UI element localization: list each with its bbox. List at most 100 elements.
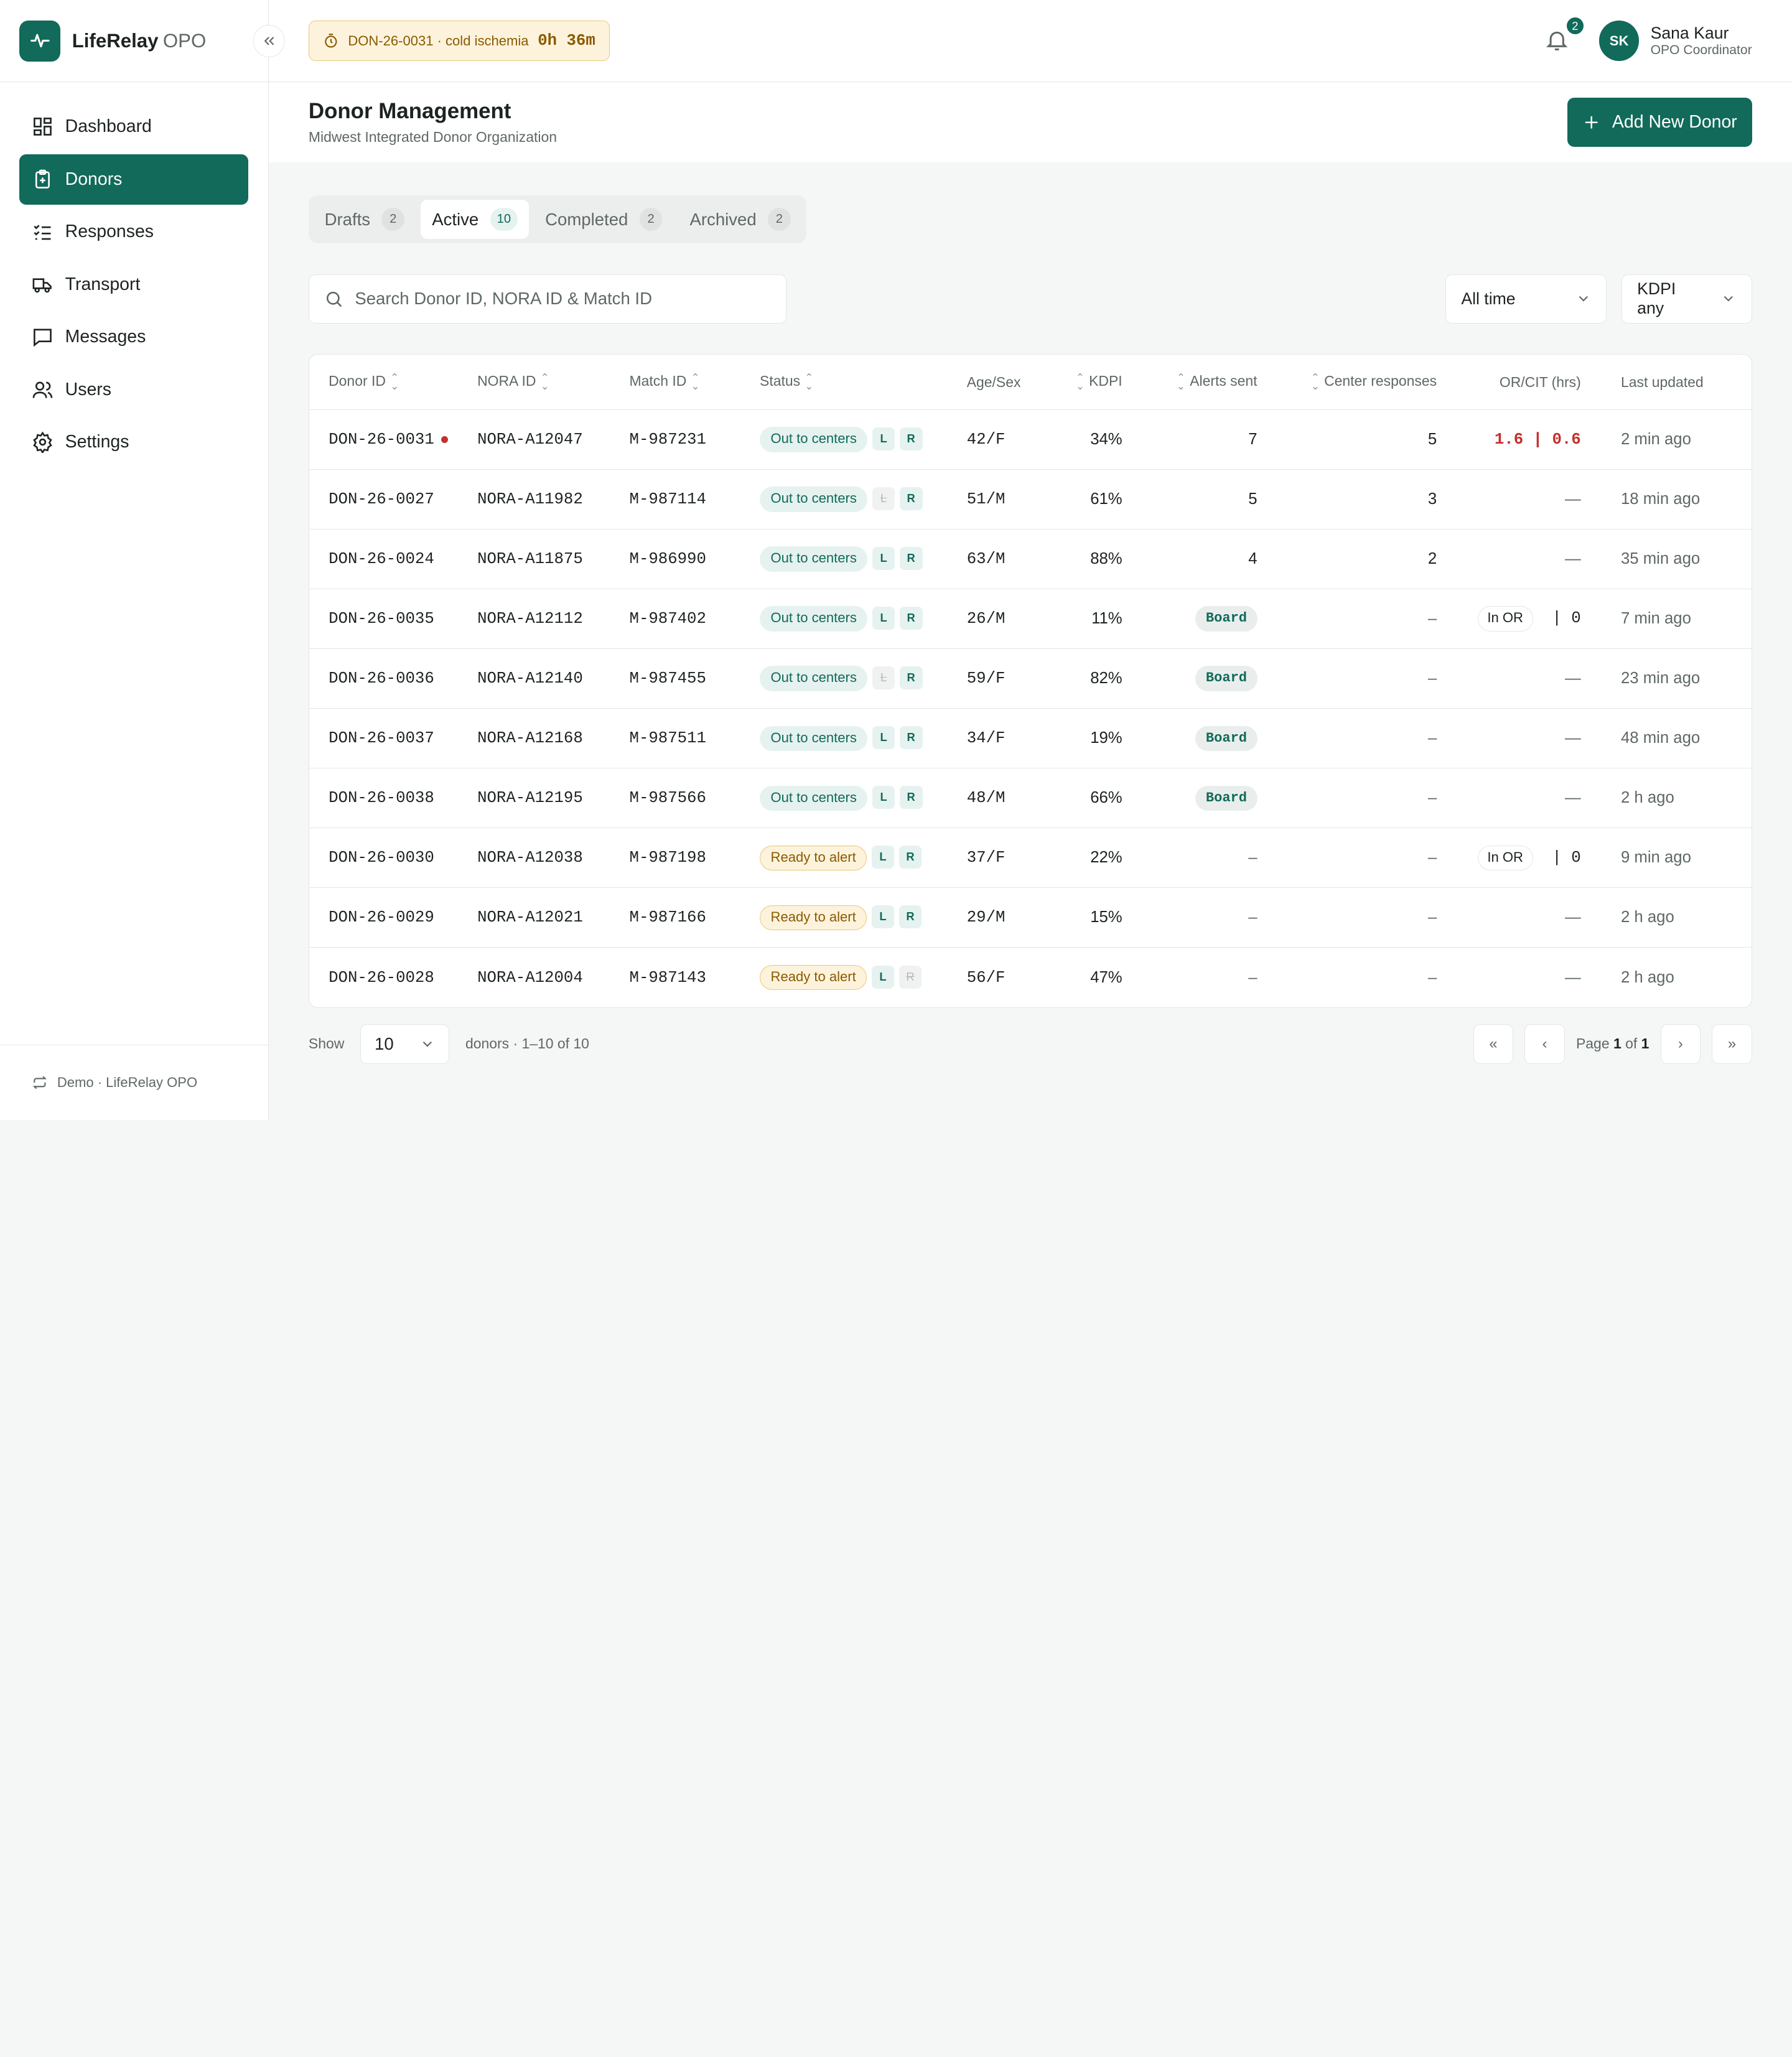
sidebar-item-settings[interactable]: Settings [19, 417, 248, 467]
tab-active[interactable]: Active 10 [420, 200, 530, 239]
col-kdpi[interactable]: ⌃ ⌄ KDPI [1049, 355, 1122, 410]
last-updated-cell: 18 min ago [1580, 469, 1752, 530]
age-sex-cell: 51/M [966, 469, 1050, 530]
sidebar-item-donors[interactable]: Donors [19, 154, 249, 205]
time-filter-select[interactable]: All time [1445, 274, 1607, 324]
age-sex: 26/M [966, 610, 1006, 628]
first-page-button[interactable]: « [1473, 1024, 1513, 1064]
table-row[interactable]: DON-26-0035 NORA-A12112 M-987402 Out to … [309, 589, 1752, 650]
nora-id-cell: NORA-A11875 [477, 529, 630, 590]
col-or-cit: OR/CIT (hrs) [1437, 355, 1581, 410]
tab-archived[interactable]: Archived 2 [678, 200, 802, 238]
kdpi-cell: 22% [1049, 828, 1122, 889]
timer-icon [325, 33, 337, 48]
user-menu[interactable]: SK Sana Kaur OPO Coordinator [1598, 21, 1752, 61]
notifications-button[interactable]: 2 [1544, 16, 1585, 55]
table-row[interactable]: DON-26-0036 NORA-A12140 M-987455 Out to … [309, 648, 1752, 709]
donor-id-cell[interactable]: DON-26-0031 [309, 409, 478, 470]
or-cit-value: — [1565, 789, 1581, 807]
table-row[interactable]: DON-26-0028 NORA-A12004 M-987143 Ready t… [309, 948, 1752, 1007]
kdpi-cell: 34% [1049, 409, 1122, 470]
match-id-cell: M-987231 [629, 409, 752, 470]
kdpi-cell: 47% [1049, 948, 1122, 1007]
header-label: Alerts sent [1190, 373, 1258, 389]
age-sex-cell: 42/F [966, 409, 1050, 470]
donor-id-cell[interactable]: DON-26-0024 [309, 529, 478, 590]
tab-completed[interactable]: Completed 2 [534, 200, 674, 238]
sidebar-item-transport[interactable]: Transport [19, 259, 248, 310]
sidebar-item-responses[interactable]: Responses [19, 207, 248, 257]
col-status[interactable]: Status ⌃ ⌄ [752, 355, 967, 410]
page-title: Donor Management [308, 99, 511, 124]
age-sex-cell: 37/F [966, 828, 1050, 889]
last-updated-cell: 48 min ago [1580, 708, 1752, 769]
table-row[interactable]: DON-26-0024 NORA-A11875 M-986990 Out to … [309, 529, 1752, 590]
left-kidney-badge: L [872, 726, 895, 750]
nora-id: NORA-A12047 [477, 430, 583, 449]
status-badge: Out to centers [760, 785, 868, 811]
nora-id: NORA-A12140 [477, 669, 583, 688]
last-updated-cell: 2 h ago [1580, 768, 1752, 829]
status-cell: Ready to alert L R [752, 948, 967, 1007]
age-sex-cell: 59/F [966, 648, 1050, 709]
donor-id-cell[interactable]: DON-26-0035 [309, 589, 478, 650]
col-match-id[interactable]: Match ID ⌃ ⌄ [629, 355, 752, 410]
kdpi-filter-select[interactable]: KDPI any [1622, 274, 1752, 324]
right-kidney-badge: R [899, 786, 923, 809]
age-sex: 63/M [966, 550, 1006, 569]
status-badge: Ready to alert [760, 845, 867, 870]
notification-count-badge: 2 [1564, 16, 1585, 37]
sidebar-item-dashboard[interactable]: Dashboard [19, 101, 248, 152]
donor-id: DON-26-0030 [329, 849, 434, 867]
page-size-control: Show 10 donors · 1–10 of 10 [309, 1024, 589, 1064]
age-sex-cell: 56/F [967, 948, 1049, 1007]
table-row[interactable]: DON-26-0031 NORA-A12047 M-987231 Out to … [309, 409, 1752, 470]
table-row[interactable]: DON-26-0029 NORA-A12021 M-987166 Ready t… [309, 887, 1752, 948]
last-page-button[interactable]: » [1712, 1024, 1752, 1064]
nora-id-cell: NORA-A12021 [477, 887, 630, 948]
nora-id: NORA-A12168 [477, 729, 583, 748]
show-label: Show [308, 1035, 345, 1052]
table-row[interactable]: DON-26-0027 NORA-A11982 M-987114 Out to … [309, 469, 1752, 530]
next-page-button[interactable]: › [1660, 1024, 1701, 1064]
user-info: Sana Kaur OPO Coordinator [1651, 24, 1752, 58]
donor-id-cell[interactable]: DON-26-0036 [309, 648, 478, 709]
donor-id-cell[interactable]: DON-26-0029 [309, 887, 478, 948]
sidebar-item-users[interactable]: Users [19, 365, 248, 415]
col-center-responses[interactable]: ⌃ ⌄ Center responses [1257, 355, 1437, 410]
table-row[interactable]: DON-26-0037 NORA-A12168 M-987511 Out to … [309, 708, 1752, 769]
col-alerts-sent[interactable]: ⌃ ⌄ Alerts sent [1122, 355, 1258, 410]
age-sex: 56/F [966, 968, 1006, 987]
tab-drafts[interactable]: Drafts 2 [313, 200, 416, 238]
donor-id-cell[interactable]: DON-26-0038 [309, 768, 478, 829]
nora-id: NORA-A12195 [477, 789, 583, 808]
nora-id-cell: NORA-A12004 [477, 948, 629, 1007]
age-sex-cell: 26/M [966, 589, 1050, 650]
search-input[interactable] [355, 289, 771, 309]
alerts-cell: – [1122, 828, 1258, 889]
add-new-donor-button[interactable]: Add New Donor [1567, 98, 1752, 147]
right-kidney-badge: R [899, 547, 923, 570]
cold-ischemia-timer[interactable]: DON-26-0031 · cold ischemia 0h 36m [308, 21, 610, 61]
donor-id-cell[interactable]: DON-26-0028 [309, 948, 477, 1007]
donor-id-cell[interactable]: DON-26-0037 [309, 708, 478, 769]
donor-id-cell[interactable]: DON-26-0030 [309, 828, 478, 889]
page-size-select[interactable]: 10 [360, 1024, 450, 1064]
table-row[interactable]: DON-26-0038 NORA-A12195 M-987566 Out to … [309, 768, 1752, 829]
col-donor-id[interactable]: Donor ID ⌃ ⌄ [309, 355, 478, 410]
prev-page-button[interactable]: ‹ [1524, 1024, 1565, 1064]
kdpi: 47% [1090, 968, 1122, 986]
last-updated: 35 min ago [1621, 550, 1701, 568]
right-kidney-badge: R [899, 427, 923, 450]
donor-id-cell[interactable]: DON-26-0027 [309, 469, 478, 530]
kdpi: 19% [1090, 729, 1122, 747]
header-label: NORA ID [477, 373, 536, 389]
table-row[interactable]: DON-26-0030 NORA-A12038 M-987198 Ready t… [309, 828, 1752, 889]
age-sex: 34/F [966, 729, 1006, 748]
age-sex: 51/M [966, 490, 1006, 509]
sidebar: LifeRelay OPO Dashboard Donors Responses … [0, 0, 286, 1120]
sidebar-item-messages[interactable]: Messages [19, 312, 248, 362]
kdpi: 82% [1090, 669, 1122, 688]
header-label: Last updated [1621, 373, 1704, 390]
col-nora-id[interactable]: NORA ID ⌃ ⌄ [477, 355, 630, 410]
